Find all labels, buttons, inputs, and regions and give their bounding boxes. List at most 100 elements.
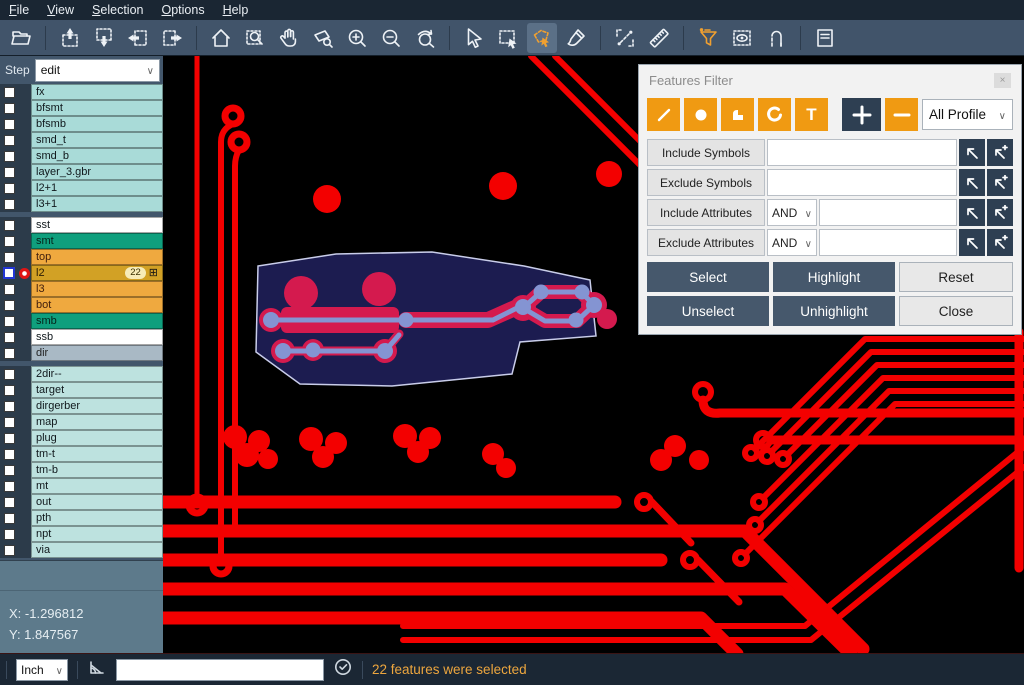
layer-row-selected[interactable]: l222⊞ xyxy=(0,265,163,281)
zoom-polygon-button[interactable] xyxy=(308,23,338,53)
layer-row[interactable]: map xyxy=(0,414,163,430)
layer-checkbox[interactable] xyxy=(4,87,15,98)
exclude-symbols-input[interactable] xyxy=(767,169,957,196)
layer-checkbox[interactable] xyxy=(4,369,15,380)
layer-checkbox[interactable] xyxy=(4,449,15,460)
layer-row[interactable]: smd_t xyxy=(0,132,163,148)
grid-icon[interactable]: ⊞ xyxy=(149,267,158,279)
layer-row[interactable]: plug xyxy=(0,430,163,446)
include-attributes-input[interactable] xyxy=(819,199,957,226)
menu-help[interactable]: Help xyxy=(214,1,258,19)
pad-type-button[interactable] xyxy=(684,98,717,131)
layer-checkbox[interactable] xyxy=(4,284,15,295)
reset-button[interactable]: Reset xyxy=(899,262,1013,292)
zoom-in-button[interactable] xyxy=(342,23,372,53)
pick-symbol-button[interactable] xyxy=(959,169,985,196)
shift-up-button[interactable] xyxy=(55,23,85,53)
polygon-select-button[interactable] xyxy=(527,23,557,53)
layer-checkbox[interactable] xyxy=(4,183,15,194)
view-options-button[interactable] xyxy=(727,23,757,53)
layer-checkbox[interactable] xyxy=(4,135,15,146)
select-cursor-button[interactable] xyxy=(459,23,489,53)
include-attributes-button[interactable]: Include Attributes xyxy=(647,199,765,226)
layer-row[interactable]: smd_b xyxy=(0,148,163,164)
layer-checkbox[interactable] xyxy=(4,252,15,263)
shift-right-button[interactable] xyxy=(157,23,187,53)
menu-options[interactable]: Options xyxy=(152,1,213,19)
layer-checkbox[interactable] xyxy=(4,220,15,231)
layer-row[interactable]: tm-t xyxy=(0,446,163,462)
menu-view[interactable]: View xyxy=(38,1,83,19)
layer-row[interactable]: l2+1 xyxy=(0,180,163,196)
route-snake-button[interactable] xyxy=(761,23,791,53)
select-button[interactable]: Select xyxy=(647,262,769,292)
layer-checkbox[interactable] xyxy=(4,119,15,130)
pan-button[interactable] xyxy=(274,23,304,53)
layer-checkbox[interactable] xyxy=(4,497,15,508)
ruler-button[interactable] xyxy=(644,23,674,53)
pick-attribute-button[interactable] xyxy=(959,199,985,226)
layer-row[interactable]: sst xyxy=(0,217,163,233)
layer-row[interactable]: 2dir-- xyxy=(0,366,163,382)
shift-down-button[interactable] xyxy=(89,23,119,53)
layer-row[interactable]: dirgerber xyxy=(0,398,163,414)
notes-panel-button[interactable] xyxy=(810,23,840,53)
exclude-symbols-button[interactable]: Exclude Symbols xyxy=(647,169,765,196)
unselect-button[interactable]: Unselect xyxy=(647,296,769,326)
menu-selection[interactable]: Selection xyxy=(83,1,152,19)
layer-row[interactable]: smb xyxy=(0,313,163,329)
sync-check-icon[interactable] xyxy=(333,657,353,682)
unhighlight-button[interactable]: Unhighlight xyxy=(773,296,895,326)
layer-checkbox[interactable] xyxy=(4,316,15,327)
surface-type-button[interactable] xyxy=(721,98,754,131)
layer-row[interactable]: bfsmb xyxy=(0,116,163,132)
features-filter-button[interactable] xyxy=(693,23,723,53)
layer-checkbox-checked[interactable] xyxy=(3,267,15,279)
layer-row[interactable]: layer_3.gbr xyxy=(0,164,163,180)
layer-row[interactable]: npt xyxy=(0,526,163,542)
layer-checkbox[interactable] xyxy=(4,417,15,428)
include-symbols-input[interactable] xyxy=(767,139,957,166)
close-button[interactable]: Close xyxy=(899,296,1013,326)
pick-attribute-button[interactable] xyxy=(959,229,985,256)
open-file-button[interactable] xyxy=(6,23,36,53)
command-input[interactable] xyxy=(116,659,324,681)
layer-row[interactable]: target xyxy=(0,382,163,398)
layer-row[interactable]: pth xyxy=(0,510,163,526)
layer-checkbox[interactable] xyxy=(4,481,15,492)
exclude-attributes-button[interactable]: Exclude Attributes xyxy=(647,229,765,256)
pick-add-symbol-button[interactable] xyxy=(987,139,1013,166)
layer-checkbox[interactable] xyxy=(4,167,15,178)
angle-measure-icon[interactable] xyxy=(87,657,107,682)
line-type-button[interactable] xyxy=(647,98,680,131)
negative-polarity-button[interactable] xyxy=(885,98,918,131)
layer-row[interactable]: l3+1 xyxy=(0,196,163,212)
layer-row[interactable]: l3 xyxy=(0,281,163,297)
layer-row[interactable]: out xyxy=(0,494,163,510)
layer-checkbox[interactable] xyxy=(4,236,15,247)
zoom-out-button[interactable] xyxy=(376,23,406,53)
pick-add-symbol-button[interactable] xyxy=(987,169,1013,196)
layer-checkbox[interactable] xyxy=(4,529,15,540)
units-select[interactable]: Inch xyxy=(16,659,68,681)
layer-checkbox[interactable] xyxy=(4,433,15,444)
layer-row[interactable]: dir xyxy=(0,345,163,361)
layer-checkbox[interactable] xyxy=(4,385,15,396)
step-select[interactable]: edit xyxy=(35,59,160,82)
layer-row[interactable]: fx xyxy=(0,84,163,100)
zoom-previous-button[interactable] xyxy=(410,23,440,53)
clear-brush-button[interactable] xyxy=(561,23,591,53)
layer-checkbox[interactable] xyxy=(4,545,15,556)
arc-type-button[interactable] xyxy=(758,98,791,131)
layer-checkbox[interactable] xyxy=(4,348,15,359)
exclude-attributes-operator-select[interactable]: AND xyxy=(767,229,817,256)
layer-row[interactable]: mt xyxy=(0,478,163,494)
layer-row[interactable]: top xyxy=(0,249,163,265)
pick-add-attribute-button[interactable] xyxy=(987,199,1013,226)
include-symbols-button[interactable]: Include Symbols xyxy=(647,139,765,166)
pick-add-attribute-button[interactable] xyxy=(987,229,1013,256)
layer-checkbox[interactable] xyxy=(4,300,15,311)
pick-symbol-button[interactable] xyxy=(959,139,985,166)
positive-polarity-button[interactable] xyxy=(842,98,881,131)
rect-select-button[interactable] xyxy=(493,23,523,53)
